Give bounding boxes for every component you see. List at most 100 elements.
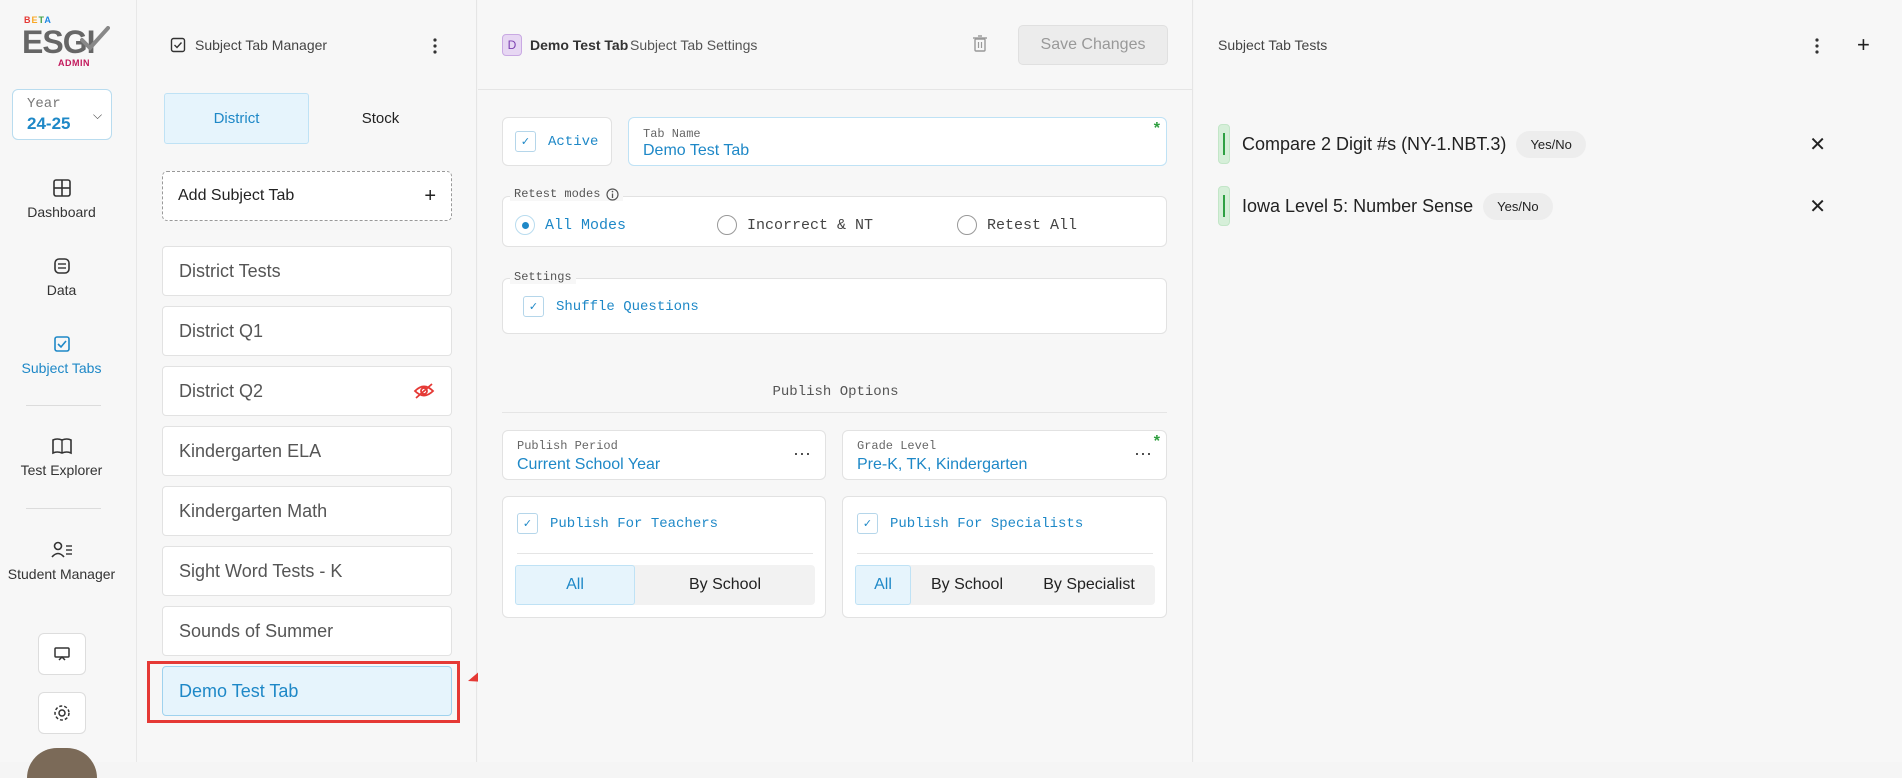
teachers-scope-all[interactable]: All xyxy=(515,565,635,605)
district-stock-toggle: District Stock xyxy=(164,93,452,144)
settings-button[interactable] xyxy=(38,692,86,734)
subject-tab-tests-panel: Subject Tab Tests + Compare 2 Digit #s (… xyxy=(1194,0,1902,762)
monitor-icon xyxy=(54,647,70,661)
radio-button[interactable] xyxy=(717,215,737,235)
radio-retest-all[interactable]: Retest All xyxy=(957,215,1077,235)
grade-level-label: Grade Level xyxy=(857,439,937,453)
nav-student-manager[interactable]: Student Manager xyxy=(0,540,123,582)
subject-tab-label: Sounds of Summer xyxy=(179,620,334,641)
publish-teachers-checkbox[interactable]: ✓ xyxy=(517,513,538,534)
radio-incorrect-nt[interactable]: Incorrect & NT xyxy=(717,215,873,235)
nav-data-label: Data xyxy=(46,282,77,298)
settings-subtitle: Subject Tab Settings xyxy=(630,37,758,53)
subject-tab-item[interactable]: Sounds of Summer xyxy=(162,606,452,656)
book-icon xyxy=(51,438,72,455)
publish-specialists-option[interactable]: ✓ Publish For Specialists xyxy=(857,513,1083,534)
specialists-scope-all[interactable]: All xyxy=(855,565,911,605)
teachers-scope-by-school[interactable]: By School xyxy=(635,565,815,605)
subject-tab-item[interactable]: Sight Word Tests - K xyxy=(162,546,452,596)
avatar[interactable] xyxy=(27,748,97,778)
specialists-scope-by-school[interactable]: By School xyxy=(911,565,1023,605)
more-vertical-icon[interactable] xyxy=(1814,37,1820,55)
publish-specialists-group: ✓ Publish For Specialists All By School … xyxy=(842,496,1167,618)
subject-tab-label: District Q1 xyxy=(179,320,264,341)
required-asterisk: * xyxy=(1153,120,1160,137)
test-name: Compare 2 Digit #s (NY-1.NBT.3) xyxy=(1242,133,1507,154)
nav-dashboard[interactable]: Dashboard xyxy=(0,178,123,220)
year-value: 24-25 xyxy=(27,114,71,133)
nav-subject-tabs[interactable]: Subject Tabs xyxy=(0,334,123,376)
publish-teachers-label: Publish For Teachers xyxy=(550,515,719,532)
test-item[interactable]: Compare 2 Digit #s (NY-1.NBT.3) Yes/No ✕ xyxy=(1218,124,1878,164)
data-icon xyxy=(53,258,70,274)
publish-specialists-checkbox[interactable]: ✓ xyxy=(857,513,878,534)
tab-name-label: Tab Name xyxy=(643,127,701,141)
nav-data[interactable]: Data xyxy=(0,256,123,298)
shuffle-questions-option[interactable]: ✓ Shuffle Questions xyxy=(523,296,699,317)
tab-name-field[interactable]: Tab Name Demo Test Tab * xyxy=(628,117,1167,166)
radio-all-modes[interactable]: All Modes xyxy=(515,215,626,235)
more-horizontal-icon[interactable]: ··· xyxy=(1134,443,1152,464)
add-subject-tab-button[interactable]: Add Subject Tab + xyxy=(162,171,452,221)
settings-tab-title: Demo Test Tab xyxy=(530,37,629,53)
subject-tab-item[interactable]: District Tests xyxy=(162,246,452,296)
nav-test-explorer[interactable]: Test Explorer xyxy=(0,436,123,478)
settings-legend: Settings xyxy=(510,270,576,284)
specialists-scope-toggle: All By School By Specialist xyxy=(855,565,1155,605)
grade-level-field[interactable]: Grade Level Pre-K, TK, Kindergarten ··· … xyxy=(842,430,1167,480)
test-type-badge: Yes/No xyxy=(1516,130,1586,158)
trash-icon[interactable] xyxy=(973,35,987,52)
publish-teachers-option[interactable]: ✓ Publish For Teachers xyxy=(517,513,718,534)
test-name: Iowa Level 5: Number Sense xyxy=(1242,195,1474,216)
nav-test-explorer-label: Test Explorer xyxy=(20,462,103,478)
year-selector[interactable]: Year 24-25 ⌵ xyxy=(12,89,112,140)
shuffle-checkbox[interactable]: ✓ xyxy=(523,296,544,317)
esgi-logo[interactable]: BETA ESGI ADMIN xyxy=(20,12,112,70)
test-color-marker xyxy=(1218,186,1230,226)
present-mode-button[interactable] xyxy=(38,633,86,675)
active-toggle[interactable]: ✓ Active xyxy=(502,117,612,166)
student-manager-icon xyxy=(50,541,72,558)
subject-tab-item[interactable]: Kindergarten ELA xyxy=(162,426,452,476)
publish-teachers-group: ✓ Publish For Teachers All By School xyxy=(502,496,826,618)
subject-tab-item[interactable]: Kindergarten Math xyxy=(162,486,452,536)
plus-icon: + xyxy=(424,184,436,207)
nav-student-manager-label: Student Manager xyxy=(7,566,116,582)
radio-label: Incorrect & NT xyxy=(747,216,874,234)
annotation-highlight-box xyxy=(147,661,460,723)
nav-divider xyxy=(26,508,101,509)
tab-manager-header: Subject Tab Manager xyxy=(170,0,327,90)
radio-button[interactable] xyxy=(515,215,535,235)
gear-icon xyxy=(54,705,70,721)
settings-group: ✓ Shuffle Questions xyxy=(502,278,1167,334)
test-item[interactable]: Iowa Level 5: Number Sense Yes/No ✕ xyxy=(1218,186,1878,226)
save-changes-button[interactable]: Save Changes xyxy=(1018,25,1168,65)
more-horizontal-icon[interactable]: ··· xyxy=(793,443,811,464)
active-checkbox[interactable]: ✓ xyxy=(515,131,536,152)
more-vertical-icon[interactable] xyxy=(432,37,438,55)
logo-check-icon xyxy=(80,26,110,51)
radio-label: All Modes xyxy=(545,216,627,234)
subject-tab-manager-panel: Subject Tab Manager District Stock Add S… xyxy=(137,0,477,762)
nav-subject-tabs-label: Subject Tabs xyxy=(21,360,102,376)
add-test-icon[interactable]: + xyxy=(1857,32,1870,58)
subject-tab-item[interactable]: District Q2 xyxy=(162,366,452,416)
radio-button[interactable] xyxy=(957,215,977,235)
subject-tab-item[interactable]: District Q1 xyxy=(162,306,452,356)
teachers-scope-toggle: All By School xyxy=(515,565,815,605)
eye-off-icon[interactable] xyxy=(413,382,435,400)
segment-district[interactable]: District xyxy=(164,93,309,144)
remove-test-icon[interactable]: ✕ xyxy=(1809,194,1826,219)
nav-divider xyxy=(26,405,101,406)
group-divider xyxy=(517,553,813,554)
retest-modes-label: Retest modes xyxy=(514,187,601,201)
segment-stock[interactable]: Stock xyxy=(309,93,452,144)
tab-badge: D xyxy=(502,34,522,56)
info-icon[interactable] xyxy=(606,187,620,201)
specialists-scope-by-specialist[interactable]: By Specialist xyxy=(1023,565,1155,605)
subject-tabs-icon xyxy=(53,336,70,352)
publish-period-field[interactable]: Publish Period Current School Year ··· xyxy=(502,430,826,480)
remove-test-icon[interactable]: ✕ xyxy=(1809,132,1826,157)
add-subject-tab-label: Add Subject Tab xyxy=(178,187,295,204)
subject-tab-label: Kindergarten Math xyxy=(179,500,328,521)
